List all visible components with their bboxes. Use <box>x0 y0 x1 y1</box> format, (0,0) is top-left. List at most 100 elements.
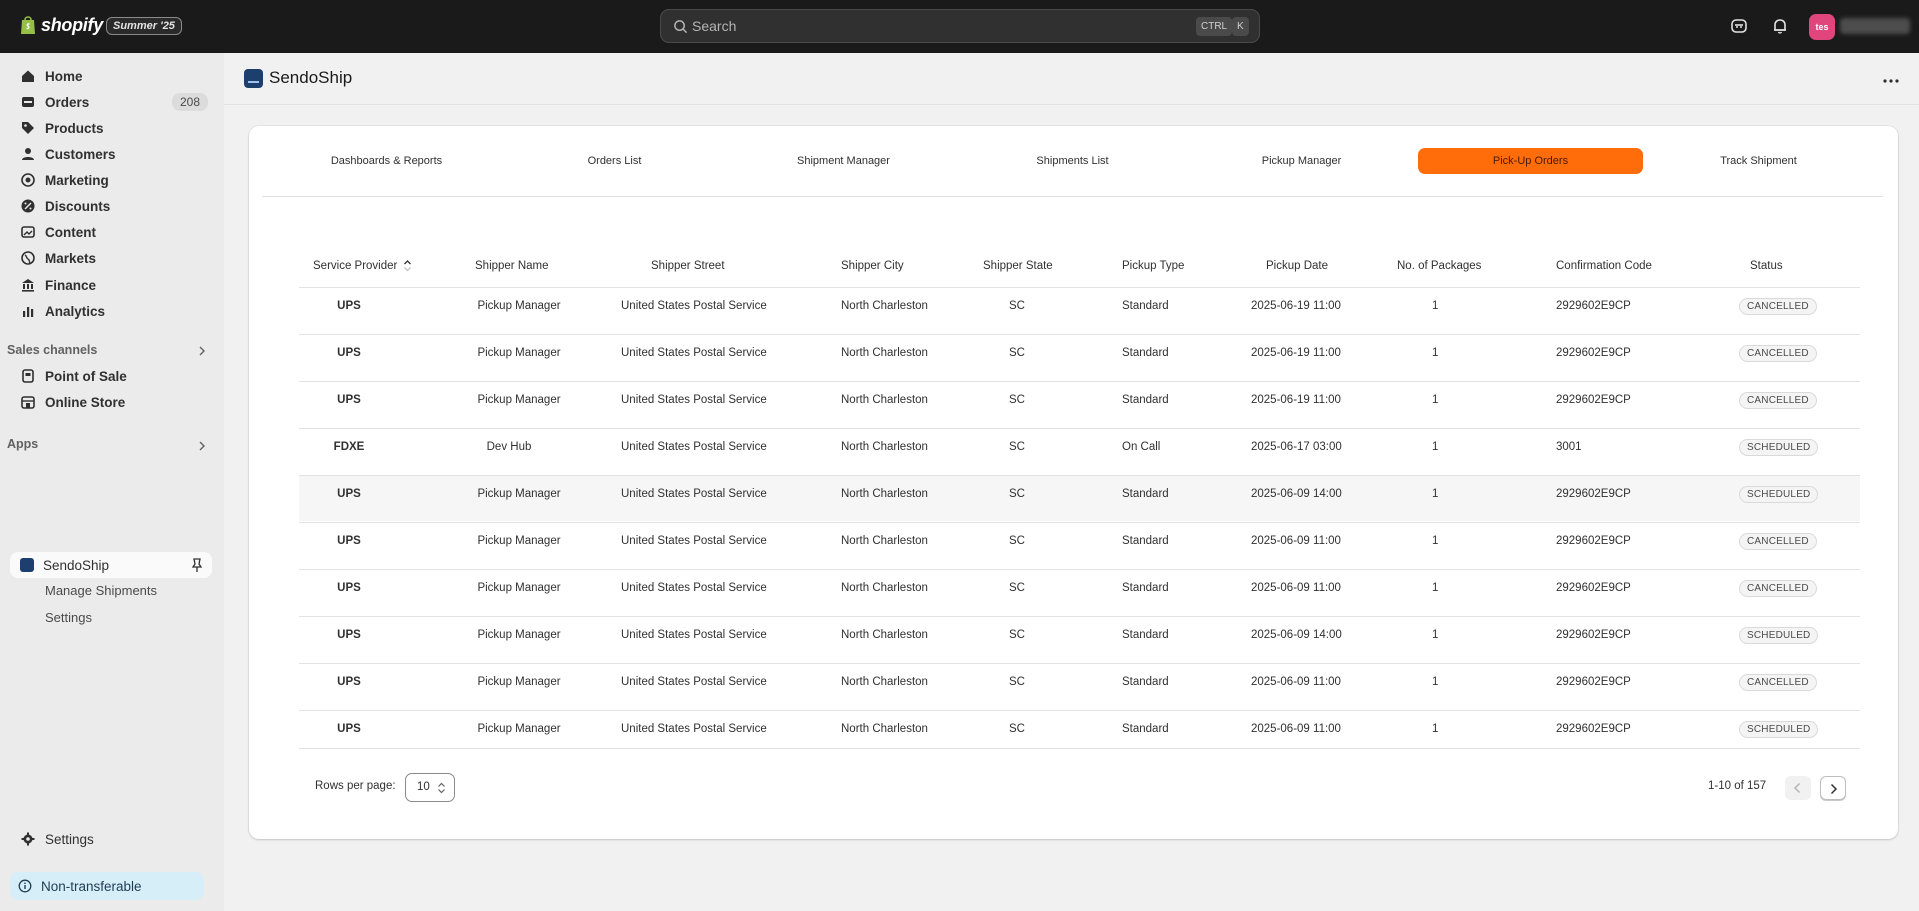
avatar[interactable]: tes <box>1809 14 1835 40</box>
chevron-right-icon[interactable] <box>196 345 208 357</box>
sidebar-item-home[interactable]: Home <box>10 63 212 89</box>
next-page-button[interactable] <box>1820 776 1846 800</box>
sidebar-item-markets[interactable]: Markets <box>10 245 212 271</box>
cell-pickup-date: 2025-06-19 11:00 <box>1251 347 1341 359</box>
select-chevrons-icon <box>438 782 445 794</box>
row-divider <box>299 748 1860 749</box>
column-header-confirmation-code[interactable]: Confirmation Code <box>1556 260 1652 272</box>
column-header-status[interactable]: Status <box>1750 260 1783 272</box>
cell-confirmation-code: 3001 <box>1556 441 1582 453</box>
tab-orders-list[interactable]: Orders List <box>502 148 727 174</box>
edition-badge[interactable]: Summer '25 <box>106 17 182 35</box>
chevron-right-icon[interactable] <box>196 440 208 452</box>
non-transferable-banner[interactable]: Non-transferable <box>10 872 204 900</box>
sidebar-item-discounts[interactable]: Discounts <box>10 193 212 219</box>
sidebar-item-orders[interactable]: Orders 208 <box>10 89 212 115</box>
rows-per-page-select[interactable]: 10 <box>405 773 455 802</box>
search-input[interactable]: Search CTRL K <box>660 9 1260 43</box>
gear-icon <box>21 832 35 846</box>
row-divider <box>299 522 1860 523</box>
sidebar-item-settings[interactable]: Settings <box>10 826 212 852</box>
search-icon <box>674 20 688 34</box>
cell-confirmation-code: 2929602E9CP <box>1556 347 1631 359</box>
sidebar-item-analytics[interactable]: Analytics <box>10 298 212 324</box>
status-badge: CANCELLED <box>1739 345 1817 362</box>
cell-no-of-packages: 1 <box>1432 676 1439 688</box>
status-badge: CANCELLED <box>1739 298 1817 315</box>
cell-no-of-packages: 1 <box>1432 723 1439 735</box>
cell-shipper-city: North Charleston <box>841 535 928 547</box>
orders-icon <box>22 97 34 107</box>
sidebar-item-finance[interactable]: Finance <box>10 272 212 298</box>
sidebar-item-online-store[interactable]: Online Store <box>10 389 212 415</box>
tab-dashboards-reports[interactable]: Dashboards & Reports <box>274 148 499 174</box>
cell-pickup-type: On Call <box>1122 441 1161 453</box>
sidebar-subitem-settings[interactable]: Settings <box>45 610 92 625</box>
cell-shipper-state: SC <box>1009 347 1025 359</box>
tab-pick-up-orders[interactable]: Pick-Up Orders <box>1418 148 1643 174</box>
row-divider <box>299 287 1860 288</box>
previous-page-button[interactable] <box>1785 776 1811 800</box>
apps-heading[interactable]: Apps <box>7 437 38 451</box>
app-header: SendoShip <box>244 68 352 88</box>
column-header-shipper-state[interactable]: Shipper State <box>983 260 1053 272</box>
sidekick-icon[interactable] <box>1730 17 1748 35</box>
shopify-bag-icon <box>21 16 35 34</box>
cell-shipper-state: SC <box>1009 676 1025 688</box>
column-header-no-of-packages[interactable]: No. of Packages <box>1397 260 1481 272</box>
cell-service-provider: UPS <box>337 582 361 594</box>
row-divider <box>299 334 1860 335</box>
tab-pickup-manager[interactable]: Pickup Manager <box>1189 148 1414 174</box>
sidebar-item-content[interactable]: Content <box>10 219 212 245</box>
cell-pickup-type: Standard <box>1122 535 1169 547</box>
cell-shipper-street: United States Postal Service <box>621 488 767 500</box>
header-divider <box>224 104 1919 105</box>
sidebar-subitem-manage-shipments[interactable]: Manage Shipments <box>45 583 157 598</box>
sidebar-item-customers[interactable]: Customers <box>10 141 212 167</box>
sidebar-item-sendoship[interactable]: SendoShip <box>10 552 212 578</box>
status-badge: CANCELLED <box>1739 392 1817 409</box>
cell-confirmation-code: 2929602E9CP <box>1556 629 1631 641</box>
bell-icon[interactable] <box>1771 17 1789 35</box>
sidebar-item-marketing[interactable]: Marketing <box>10 167 212 193</box>
globe-icon <box>21 251 35 265</box>
sendoship-app-icon <box>20 558 34 572</box>
sidebar-item-point-of-sale[interactable]: Point of Sale <box>10 363 212 389</box>
sales-channels-heading[interactable]: Sales channels <box>7 343 97 357</box>
cell-no-of-packages: 1 <box>1432 300 1439 312</box>
sidebar-item-products[interactable]: Products <box>10 115 212 141</box>
pin-icon[interactable] <box>190 557 204 573</box>
tab-shipments-list[interactable]: Shipments List <box>960 148 1185 174</box>
cell-confirmation-code: 2929602E9CP <box>1556 582 1631 594</box>
cell-shipper-name: Pickup Manager <box>477 676 561 688</box>
shopify-logo[interactable]: shopify <box>19 14 103 36</box>
cell-shipper-state: SC <box>1009 441 1025 453</box>
row-divider <box>299 381 1860 382</box>
status-badge: SCHEDULED <box>1739 486 1819 503</box>
tab-shipment-manager[interactable]: Shipment Manager <box>731 148 956 174</box>
row-divider <box>299 710 1860 711</box>
cell-shipper-name: Pickup Manager <box>477 629 561 641</box>
bank-icon <box>22 279 34 292</box>
cell-pickup-date: 2025-06-09 11:00 <box>1251 582 1341 594</box>
cell-confirmation-code: 2929602E9CP <box>1556 394 1631 406</box>
tab-track-shipment[interactable]: Track Shipment <box>1646 148 1871 174</box>
cell-shipper-name: Pickup Manager <box>477 300 561 312</box>
more-options-icon[interactable] <box>1882 78 1900 84</box>
column-header-shipper-name[interactable]: Shipper Name <box>475 260 549 272</box>
column-header-pickup-date[interactable]: Pickup Date <box>1266 260 1328 272</box>
cell-shipper-name: Pickup Manager <box>477 347 561 359</box>
column-header-shipper-city[interactable]: Shipper City <box>841 260 904 272</box>
column-header-service-provider[interactable]: Service Provider <box>313 260 397 272</box>
store-name-blurred[interactable] <box>1840 18 1910 34</box>
cell-no-of-packages: 1 <box>1432 441 1439 453</box>
cell-shipper-state: SC <box>1009 488 1025 500</box>
cell-shipper-street: United States Postal Service <box>621 441 767 453</box>
cell-pickup-date: 2025-06-09 11:00 <box>1251 676 1341 688</box>
chevron-left-icon <box>1793 782 1801 794</box>
cell-service-provider: UPS <box>337 347 361 359</box>
sort-ascending-icon[interactable] <box>403 259 412 272</box>
tabs-divider <box>262 196 1883 197</box>
column-header-pickup-type[interactable]: Pickup Type <box>1122 260 1184 272</box>
column-header-shipper-street[interactable]: Shipper Street <box>651 260 725 272</box>
